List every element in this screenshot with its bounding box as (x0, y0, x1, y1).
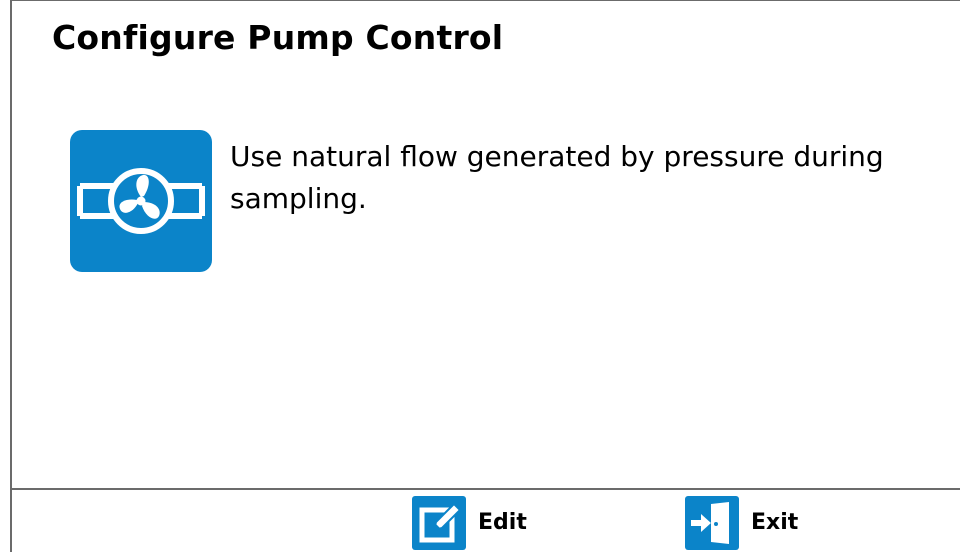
footer-divider (10, 488, 960, 490)
edit-button[interactable]: Edit (412, 495, 527, 550)
frame-top-border (10, 0, 960, 1)
edit-icon (412, 495, 466, 550)
screen: Configure Pump Control Use natural flow … (0, 0, 960, 552)
page-title: Configure Pump Control (52, 18, 504, 57)
frame-left-border (10, 0, 12, 552)
pump-fan-icon (70, 130, 212, 272)
exit-button[interactable]: Exit (685, 495, 798, 550)
exit-button-label: Exit (751, 510, 799, 535)
exit-icon (685, 495, 739, 550)
edit-button-label: Edit (478, 510, 527, 535)
mode-description: Use natural flow generated by pressure d… (230, 140, 884, 215)
